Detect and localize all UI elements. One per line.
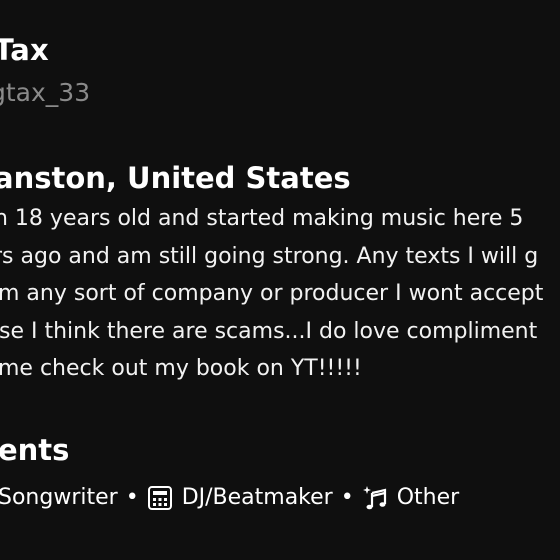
talent-songwriter[interactable]: Songwriter [0, 480, 118, 516]
profile-handle-text: gtax_33 [0, 78, 91, 107]
talent-other[interactable]: Other [362, 480, 459, 516]
profile-location: anston, United States [0, 158, 351, 198]
bio-line: rs ago and am still going strong. Any te… [0, 238, 560, 276]
profile-page: Tax gtax_33 anston, United States n 18 y… [0, 0, 560, 560]
profile-name: Tax [0, 30, 49, 70]
profile-bio: n 18 years old and started making music … [0, 200, 560, 388]
talent-separator: • [340, 485, 354, 510]
bio-line-text: me check out my book on YT!!!!! [0, 356, 362, 381]
talent-dj-beatmaker[interactable]: DJ/Beatmaker [147, 480, 333, 516]
bio-line: m any sort of company or producer I wont… [0, 275, 560, 313]
sparkle-music-note-icon [362, 485, 388, 511]
talent-label: DJ/Beatmaker [181, 485, 333, 510]
bio-line: me check out my book on YT!!!!! [0, 350, 560, 388]
talent-separator: • [125, 485, 139, 510]
drum-machine-icon [147, 485, 173, 511]
bio-line: n 18 years old and started making music … [0, 200, 560, 238]
talent-label: Other [396, 485, 460, 510]
talents-list: Songwriter • DJ/Beatmaker • Other [0, 480, 459, 516]
profile-handle: gtax_33 [0, 76, 90, 110]
profile-name-text: Tax [0, 33, 49, 67]
bio-line: se I think there are scams...I do love c… [0, 313, 560, 351]
talents-heading-text: lents [0, 433, 70, 467]
talent-label: Songwriter [0, 485, 118, 510]
talents-heading: lents [0, 430, 69, 470]
bio-line-text: rs ago and am still going strong. Any te… [0, 243, 539, 269]
bio-line-text: n 18 years old and started making music … [0, 206, 524, 231]
profile-location-text: anston, United States [0, 161, 351, 195]
bio-line-text: m any sort of company or producer I wont… [0, 281, 544, 306]
bio-line-text: se I think there are scams...I do love c… [0, 318, 538, 344]
